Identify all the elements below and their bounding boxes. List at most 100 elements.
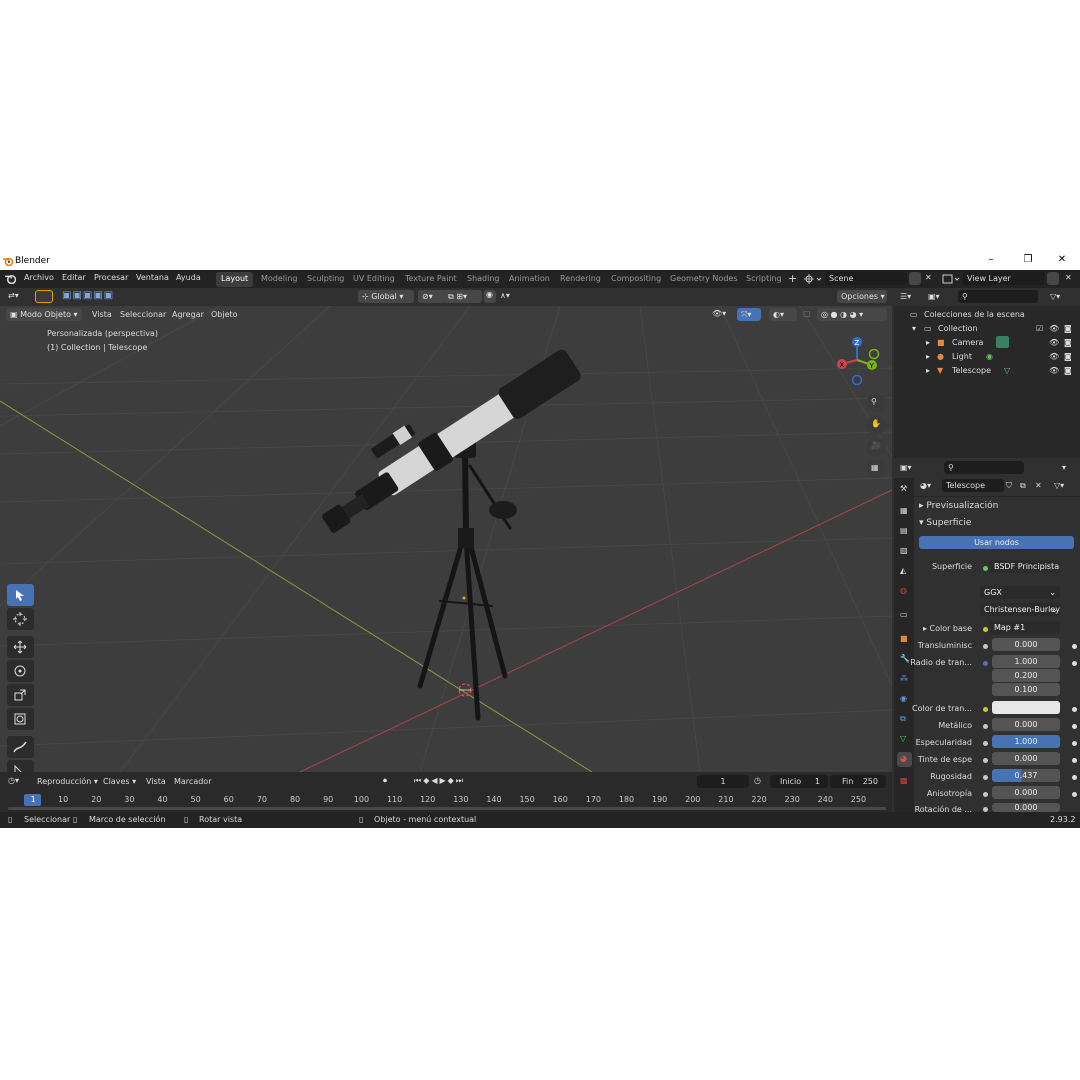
overlay-toggle-icon[interactable]: ◐▾ <box>769 308 797 321</box>
expand-icon[interactable]: ▸ <box>926 352 930 361</box>
subsurface-color-swatch[interactable] <box>992 701 1060 714</box>
maximize-icon[interactable]: ❐ <box>1013 254 1043 268</box>
menu-agregar[interactable]: Agregar <box>172 310 204 319</box>
menu-procesar[interactable]: Procesar <box>94 273 128 282</box>
new-view-layer-icon[interactable] <box>1047 272 1059 285</box>
subsurface-radius-y[interactable]: 0.200 <box>992 669 1060 682</box>
outliner-item-light[interactable]: ▸ ● Light ◉ 👁 ◙ <box>894 350 1080 364</box>
subsurface-radius-z[interactable]: 0.100 <box>992 683 1060 696</box>
outliner-collection[interactable]: ▾ ▭ Collection ☑ 👁 ◙ <box>894 322 1080 336</box>
fake-user-icon[interactable]: ⛉ <box>1006 481 1012 491</box>
keyframe-icon[interactable] <box>1072 661 1077 666</box>
timeline-editor-icon[interactable]: ◷▾ <box>8 776 19 785</box>
metallic-field[interactable]: 0.000 <box>992 718 1060 731</box>
remove-view-layer-icon[interactable]: ✕ <box>1065 273 1072 282</box>
camera-data-icon[interactable] <box>996 336 1009 348</box>
tab-modeling[interactable]: Modeling <box>256 272 302 287</box>
pan-hand-icon[interactable]: ✋ <box>866 416 886 434</box>
subsurface-radius-x[interactable]: 1.000 <box>992 655 1060 668</box>
tool-scale[interactable] <box>7 684 34 706</box>
menu-reproduccion[interactable]: Reproducción ▾ <box>37 777 98 786</box>
editor-type-icon[interactable]: ⇄▾ <box>8 291 19 300</box>
particles-tab-icon[interactable]: ⁂ <box>897 672 912 687</box>
3d-viewport[interactable]: Personalizada (perspectiva) (1) Collecti… <box>0 306 892 772</box>
camera-view-icon[interactable]: 🎥 <box>866 438 886 456</box>
specular-field[interactable]: 1.000 <box>992 735 1060 748</box>
anisotropic-rotation-field[interactable]: 0.000 <box>992 803 1060 812</box>
keyframe-icon[interactable] <box>1072 724 1077 729</box>
pivot-point-dropdown[interactable]: ⊘▾ <box>418 290 446 303</box>
unlink-material-icon[interactable]: ✕ <box>1035 481 1042 490</box>
tab-shading[interactable]: Shading <box>462 272 505 287</box>
falloff-icon[interactable]: ∧▾ <box>500 291 510 300</box>
tab-geometry-nodes[interactable]: Geometry Nodes <box>665 272 742 287</box>
eye-icon[interactable]: 👁 <box>1049 338 1059 347</box>
keyframe-icon[interactable] <box>1072 775 1077 780</box>
outliner[interactable]: ☰▾ ▣▾ ⚲ ▽▾ ▭ Colecciones de la escena ▾ … <box>894 288 1080 458</box>
tool-transform[interactable] <box>7 708 34 730</box>
material-filter-icon[interactable]: ▽▾ <box>1054 481 1064 490</box>
duplicate-material-icon[interactable]: ⧉ <box>1020 481 1026 491</box>
light-data-icon[interactable]: ◉ <box>986 352 993 361</box>
selection-mode-icons[interactable]: ▣▣▣▣▣ <box>62 290 114 301</box>
playback-controls[interactable]: ⏮◆◀▶◆⏭ <box>414 776 465 786</box>
current-frame-field[interactable]: 1 <box>697 775 749 788</box>
tool-cursor[interactable] <box>7 608 34 630</box>
eye-icon[interactable]: 👁 <box>1049 324 1059 333</box>
eye-icon[interactable]: 👁 <box>1049 366 1059 375</box>
properties-options-icon[interactable]: ▾ <box>1062 463 1066 472</box>
tab-scripting[interactable]: Scripting <box>741 272 787 287</box>
view-layer-field[interactable]: View Layer <box>963 272 1045 285</box>
checkbox-icon[interactable]: ☑ <box>1036 324 1043 333</box>
tool-rotate[interactable] <box>7 660 34 682</box>
render-tab-icon[interactable]: ▦ <box>897 504 912 519</box>
blender-menu-icon[interactable] <box>5 273 16 284</box>
keyframe-icon[interactable] <box>1072 741 1077 746</box>
menu-vista-timeline[interactable]: Vista <box>146 777 166 786</box>
new-scene-icon[interactable] <box>909 272 921 285</box>
keyframe-icon[interactable] <box>1072 758 1077 763</box>
scene-name-field[interactable]: Scene <box>825 272 907 285</box>
view-layer-icon[interactable] <box>942 273 960 285</box>
subsurface-method-dropdown[interactable]: Christensen-Burley ⌄ <box>980 603 1060 616</box>
roughness-field[interactable]: 0.437 <box>992 769 1060 782</box>
menu-seleccionar[interactable]: Seleccionar <box>120 310 166 319</box>
tab-sculpting[interactable]: Sculpting <box>302 272 349 287</box>
specular-tint-field[interactable]: 0.000 <box>992 752 1060 765</box>
tab-layout[interactable]: Layout <box>216 272 254 287</box>
timeline[interactable]: ◷▾ Reproducción ▾ Claves ▾ Vista Marcado… <box>0 772 892 812</box>
menu-archivo[interactable]: Archivo <box>24 273 54 282</box>
shading-modes[interactable]: ◎ ● ◑ ◕ ▾ <box>817 308 887 321</box>
preview-panel[interactable]: ▸ Previsualización <box>919 501 998 511</box>
add-workspace-icon[interactable]: + <box>788 272 797 285</box>
menu-marcador[interactable]: Marcador <box>174 777 211 786</box>
menu-objeto[interactable]: Objeto <box>211 310 238 319</box>
outliner-item-telescope[interactable]: ▸ ▼ Telescope ▽ 👁 ◙ <box>894 364 1080 378</box>
timeline-scrollbar[interactable] <box>8 807 886 810</box>
mesh-data-icon[interactable]: ▽ <box>1004 366 1010 375</box>
tab-texture-paint[interactable]: Texture Paint <box>400 272 462 287</box>
camera-render-icon[interactable]: ◙ <box>1064 352 1072 361</box>
expand-icon[interactable]: ▸ <box>926 338 930 347</box>
keyframe-icon[interactable] <box>1072 707 1077 712</box>
subsurface-field[interactable]: 0.000 <box>992 638 1060 651</box>
distribution-dropdown[interactable]: GGX ⌄ <box>980 586 1060 599</box>
tool-measure[interactable] <box>7 760 34 772</box>
close-icon[interactable]: ✕ <box>1047 254 1077 268</box>
menu-vista[interactable]: Vista <box>92 310 112 319</box>
display-mode-icon[interactable]: ▣▾ <box>928 292 940 301</box>
tab-uv-editing[interactable]: UV Editing <box>348 272 400 287</box>
outliner-editor-icon[interactable]: ☰▾ <box>900 292 911 301</box>
scene-icon[interactable] <box>804 273 822 285</box>
keyframe-icon[interactable] <box>1072 644 1077 649</box>
tool-tab-icon[interactable]: ⚒ <box>897 482 912 497</box>
properties-search-input[interactable]: ⚲ <box>944 461 1024 474</box>
navigation-gizmo[interactable]: Z Y X <box>832 334 882 388</box>
xray-icon[interactable]: ▢ <box>803 309 811 318</box>
start-frame-field[interactable]: Inicio 1 <box>770 775 828 788</box>
anisotropic-field[interactable]: 0.000 <box>992 786 1060 799</box>
world-tab-icon[interactable]: ◍ <box>897 584 912 599</box>
remove-scene-icon[interactable]: ✕ <box>925 273 932 282</box>
transform-orientation-dropdown[interactable]: ⊹ Global ▾ <box>358 290 414 303</box>
tab-rendering[interactable]: Rendering <box>555 272 606 287</box>
